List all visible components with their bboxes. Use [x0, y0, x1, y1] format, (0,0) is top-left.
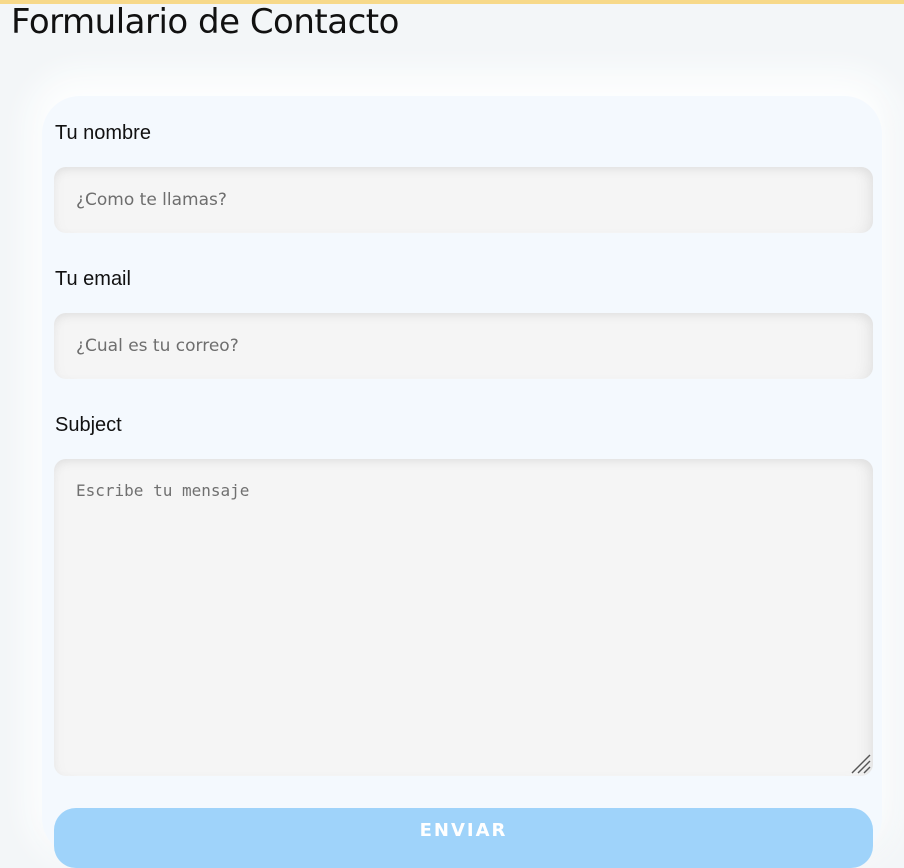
name-input[interactable]: ¿Como te llamas?	[54, 167, 873, 233]
message-textarea-placeholder: Escribe tu mensaje	[76, 481, 250, 500]
page-title: Formulario de Contacto	[11, 2, 399, 42]
name-label: Tu nombre	[55, 122, 151, 144]
email-input[interactable]: ¿Cual es tu correo?	[54, 313, 873, 379]
name-input-placeholder: ¿Como te llamas?	[76, 190, 227, 210]
message-textarea[interactable]: Escribe tu mensaje	[54, 459, 873, 776]
submit-button[interactable]: ENVIAR	[54, 808, 873, 868]
email-label: Tu email	[55, 268, 131, 290]
email-input-placeholder: ¿Cual es tu correo?	[76, 336, 239, 356]
subject-label: Subject	[55, 414, 122, 436]
resize-grip-icon[interactable]	[850, 753, 872, 775]
